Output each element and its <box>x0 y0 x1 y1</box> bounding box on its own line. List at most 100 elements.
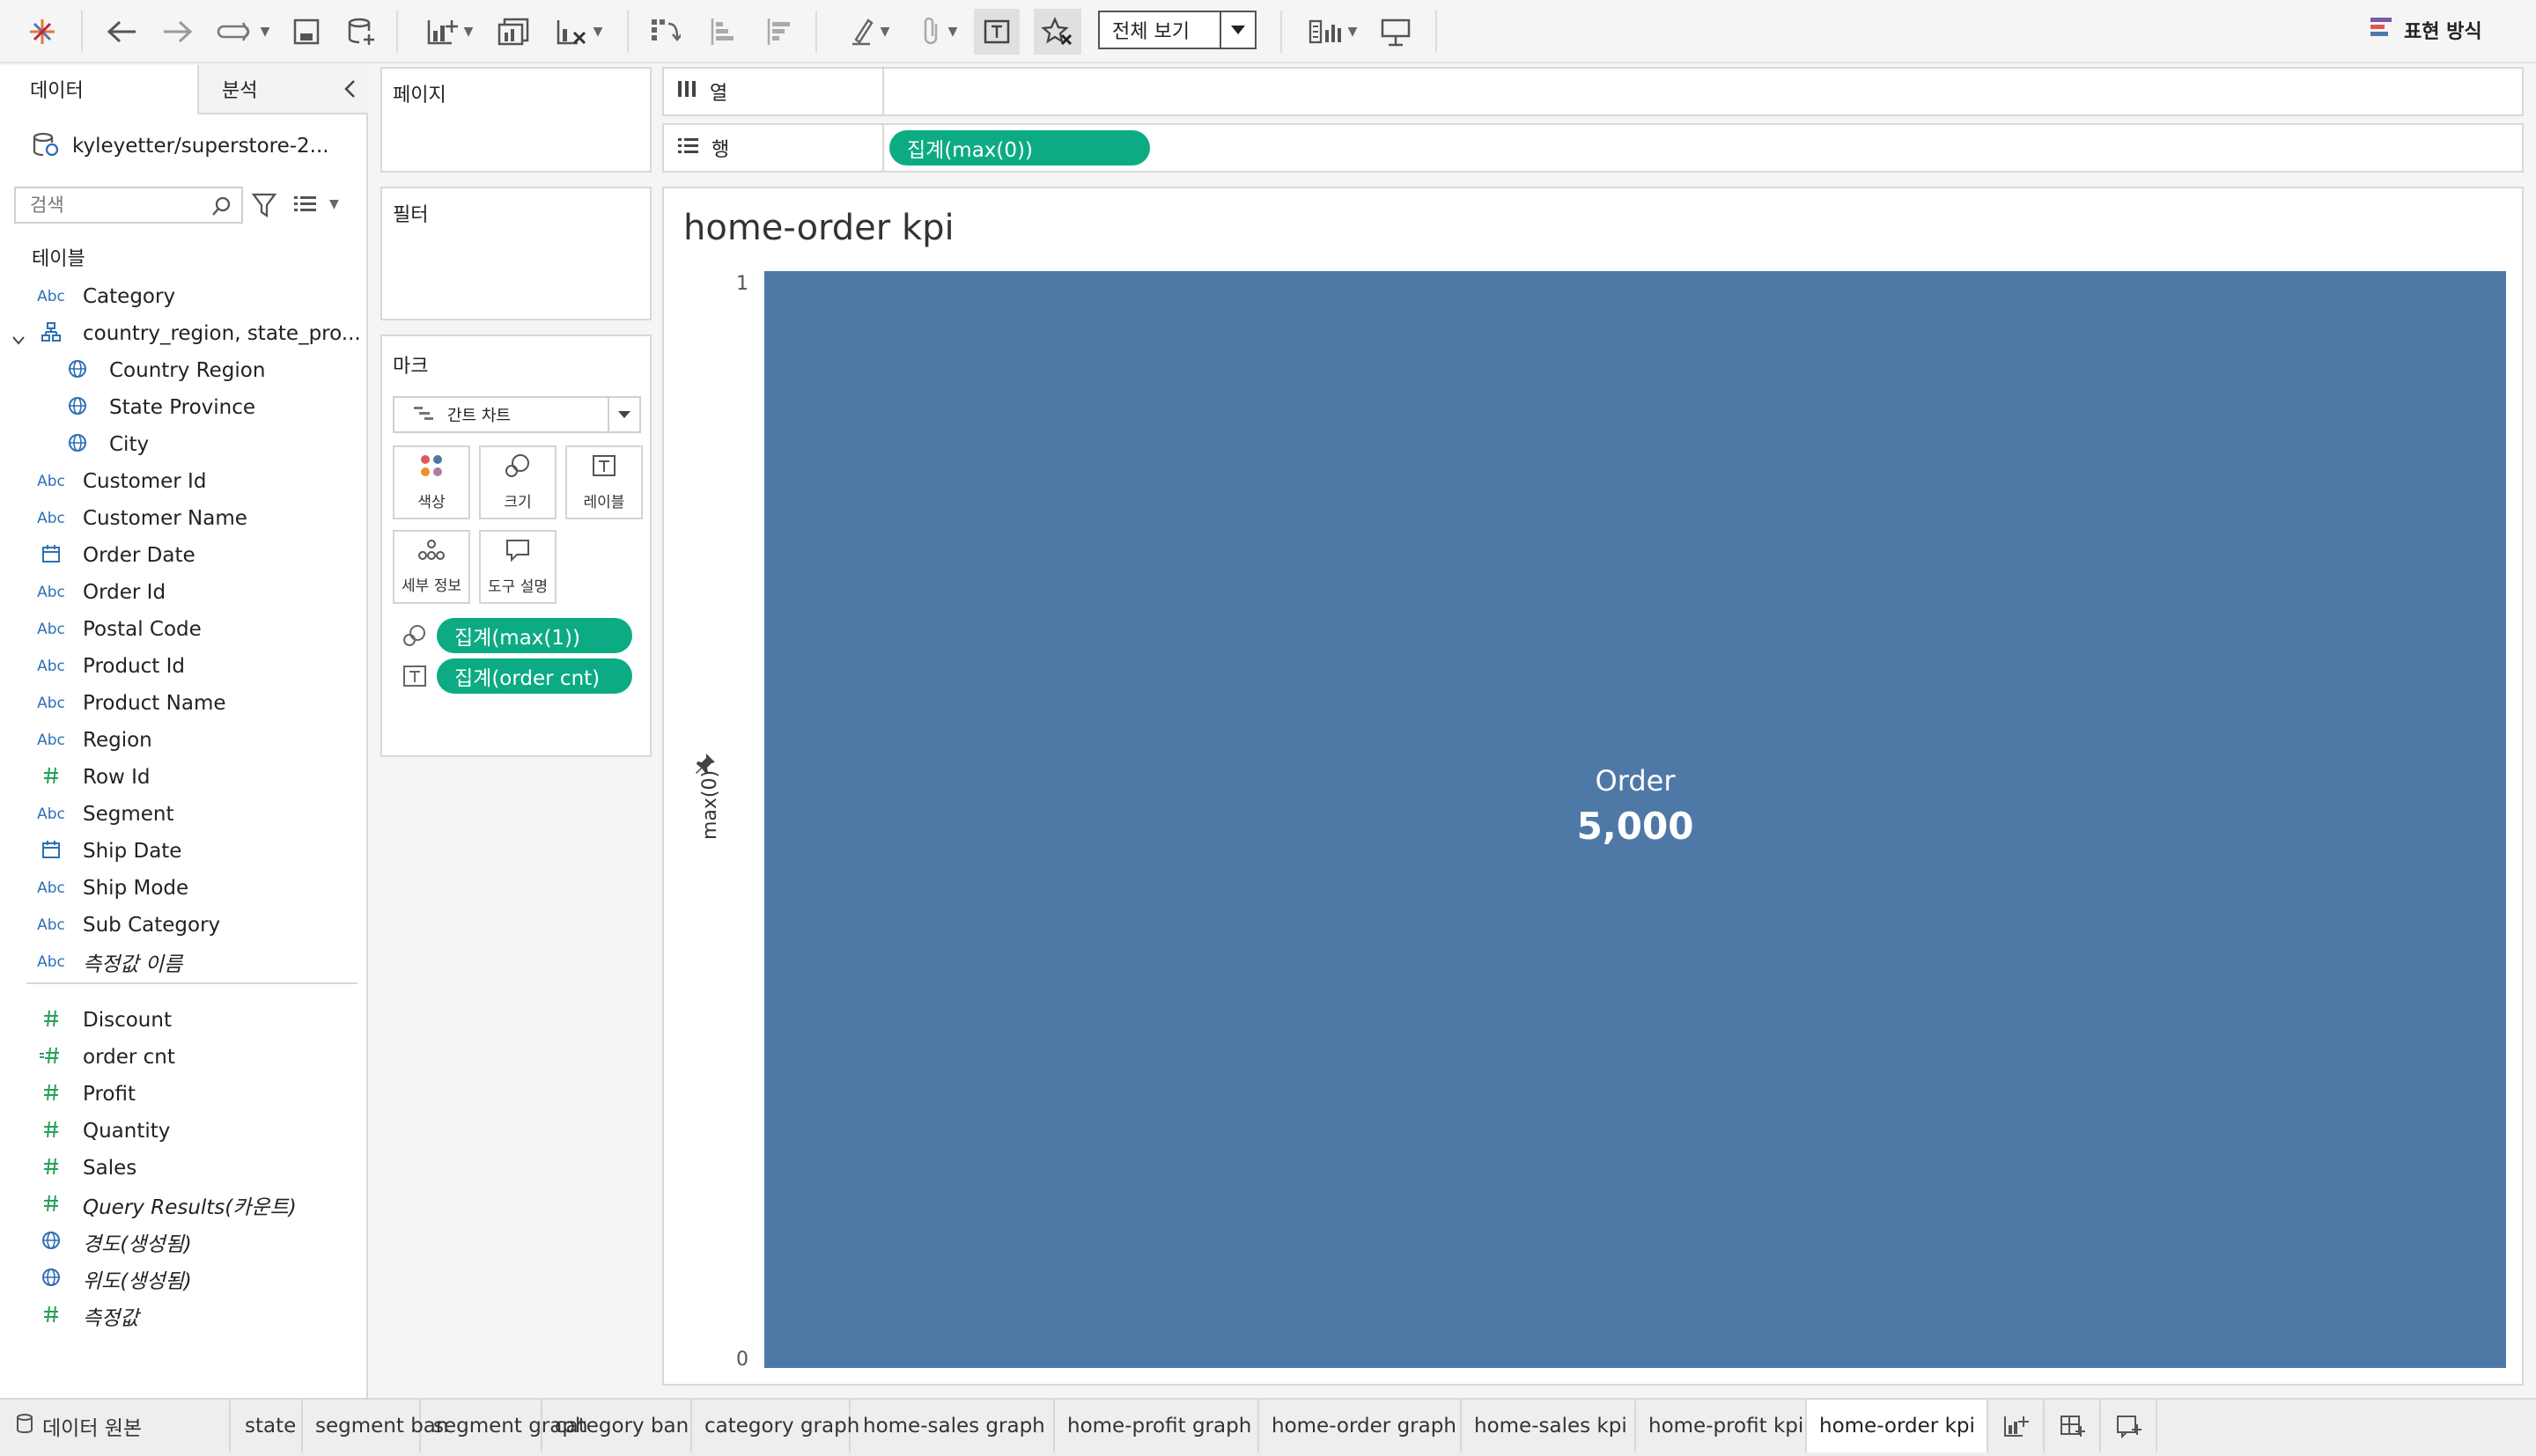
field-item[interactable]: 위도(생성됨) <box>0 1261 361 1298</box>
sheet-title[interactable]: home-order kpi <box>683 208 955 248</box>
sheet-tab[interactable]: segment ban <box>303 1400 448 1452</box>
field-item[interactable]: Row Id <box>0 759 361 796</box>
mark-pill-size[interactable]: 집계(max(1)) <box>437 618 632 653</box>
datasource-item[interactable]: kyleyetter/superstore-2... <box>32 123 366 169</box>
new-worksheet-icon[interactable]: ▼ <box>417 9 481 55</box>
y-tick-bottom: 0 <box>736 1349 748 1371</box>
rows-pill[interactable]: 집계(max(0)) <box>889 130 1150 165</box>
new-worksheet-icon[interactable] <box>1988 1400 2045 1452</box>
rows-shelf[interactable]: 행 집계(max(0)) <box>662 123 2524 173</box>
sheet-tab[interactable]: home-order kpi <box>1807 1400 1988 1452</box>
show-mark-labels-icon[interactable] <box>974 9 1020 55</box>
sheet-tab[interactable]: home-sales graph <box>851 1400 1055 1452</box>
field-item[interactable]: country_region, state_pro... <box>0 315 361 352</box>
mark-pill-label[interactable]: 집계(order cnt) <box>437 658 632 694</box>
sheet-tab[interactable]: state <box>232 1400 303 1452</box>
chevron-down-icon[interactable] <box>12 327 25 350</box>
show-me-button[interactable]: 표현 방식 <box>2369 12 2482 48</box>
field-item[interactable]: Abc Postal Code <box>0 611 361 648</box>
field-label: 측정값 이름 <box>83 953 183 976</box>
kpi-bar-mark[interactable]: Order 5,000 <box>764 271 2506 1368</box>
new-story-icon[interactable] <box>2101 1400 2157 1452</box>
group-members-icon[interactable]: ▼ <box>912 9 965 55</box>
redo-icon[interactable] <box>155 9 201 55</box>
size-icon <box>505 453 531 482</box>
field-item[interactable]: Abc Customer Id <box>0 463 361 500</box>
sheet-tab[interactable]: home-profit graph <box>1055 1400 1259 1452</box>
field-label: Sales <box>83 1157 137 1180</box>
field-item[interactable]: City <box>0 426 361 463</box>
size-button[interactable]: 크기 <box>479 445 557 519</box>
sheet-tab[interactable]: category graph <box>692 1400 859 1452</box>
marks-card-title: 마크 <box>393 356 429 378</box>
field-item[interactable]: 경도(생성됨) <box>0 1224 361 1261</box>
new-dashboard-icon[interactable] <box>2045 1400 2101 1452</box>
search-input[interactable] <box>16 188 201 222</box>
show-me-icon <box>2369 15 2393 45</box>
sort-ascending-icon[interactable] <box>703 9 743 55</box>
view-fit-select[interactable]: 전체 보기 <box>1098 11 1257 49</box>
mark-type-select[interactable]: 간트 차트 <box>393 396 641 433</box>
sheet-tab[interactable]: segment graph <box>421 1400 588 1452</box>
field-label: Postal Code <box>83 618 202 641</box>
highlight-icon[interactable]: ▼ <box>838 9 900 55</box>
field-item[interactable]: Query Results(카운트) <box>0 1187 361 1224</box>
tab-data[interactable]: 데이터 <box>0 65 197 114</box>
label-button[interactable]: 레이블 <box>565 445 643 519</box>
field-item[interactable]: Abc Category <box>0 278 361 315</box>
columns-shelf-label: 열 <box>710 83 728 105</box>
redo-more-icon[interactable]: ▼ <box>211 9 275 55</box>
field-item[interactable]: Profit <box>0 1076 361 1113</box>
field-item[interactable]: Abc 측정값 이름 <box>0 944 361 981</box>
save-icon[interactable] <box>287 9 326 55</box>
tableau-logo-icon[interactable] <box>19 9 65 55</box>
field-item[interactable]: Abc Region <box>0 722 361 759</box>
tab-analysis[interactable]: 분석 <box>197 65 368 114</box>
field-item[interactable]: Sales <box>0 1150 361 1187</box>
view-options-icon[interactable]: ▼ <box>292 194 339 215</box>
field-item[interactable]: Discount <box>0 1002 361 1039</box>
pages-card[interactable]: 페이지 <box>380 67 652 173</box>
sheet-tab[interactable]: home-profit kpi <box>1636 1400 1807 1452</box>
tab-datasource[interactable]: 데이터 원본 <box>0 1400 231 1452</box>
globe-icon <box>35 1268 67 1291</box>
detail-button[interactable]: 세부 정보 <box>393 530 470 604</box>
y-axis-label[interactable]: max(0) <box>699 770 721 840</box>
undo-icon[interactable] <box>99 9 144 55</box>
sheet-tab[interactable]: category ban <box>542 1400 692 1452</box>
show-cards-icon[interactable]: ▼ <box>1301 9 1363 55</box>
field-label: Row Id <box>83 766 151 789</box>
fix-axes-icon[interactable] <box>1034 9 1081 55</box>
field-item[interactable]: Abc Ship Mode <box>0 870 361 907</box>
field-item[interactable]: Abc Product Id <box>0 648 361 685</box>
color-button[interactable]: 색상 <box>393 445 470 519</box>
add-datasource-icon[interactable] <box>342 9 380 55</box>
field-item[interactable]: 측정값 <box>0 1298 361 1335</box>
presentation-mode-icon[interactable] <box>1375 9 1416 55</box>
sheet-tab[interactable]: home-sales kpi <box>1462 1400 1636 1452</box>
sheet-tab[interactable]: home-order graph <box>1259 1400 1462 1452</box>
filters-card[interactable]: 필터 <box>380 187 652 320</box>
field-item[interactable]: Abc Segment <box>0 796 361 833</box>
field-item[interactable]: Order Date <box>0 537 361 574</box>
field-item[interactable]: State Province <box>0 389 361 426</box>
collapse-pane-icon[interactable] <box>343 79 356 104</box>
field-item[interactable]: Abc Sub Category <box>0 907 361 944</box>
swap-rows-columns-icon[interactable] <box>645 9 685 55</box>
search-icon[interactable] <box>211 195 232 220</box>
field-item[interactable]: Abc Product Name <box>0 685 361 722</box>
columns-shelf[interactable]: 열 <box>662 67 2524 116</box>
filter-fields-icon[interactable] <box>251 192 277 222</box>
clear-sheet-icon[interactable]: ▼ <box>546 9 611 55</box>
field-item[interactable]: Ship Date <box>0 833 361 870</box>
field-item[interactable]: Abc Order Id <box>0 574 361 611</box>
string-type-icon: Abc <box>37 879 65 897</box>
field-item[interactable]: Country Region <box>0 352 361 389</box>
number-type-icon <box>35 1194 67 1217</box>
field-item[interactable]: Abc Customer Name <box>0 500 361 537</box>
field-item[interactable]: order cnt <box>0 1039 361 1076</box>
duplicate-sheet-icon[interactable] <box>493 9 535 55</box>
sort-descending-icon[interactable] <box>759 9 800 55</box>
field-item[interactable]: Quantity <box>0 1113 361 1150</box>
tooltip-button[interactable]: 도구 설명 <box>479 530 557 604</box>
